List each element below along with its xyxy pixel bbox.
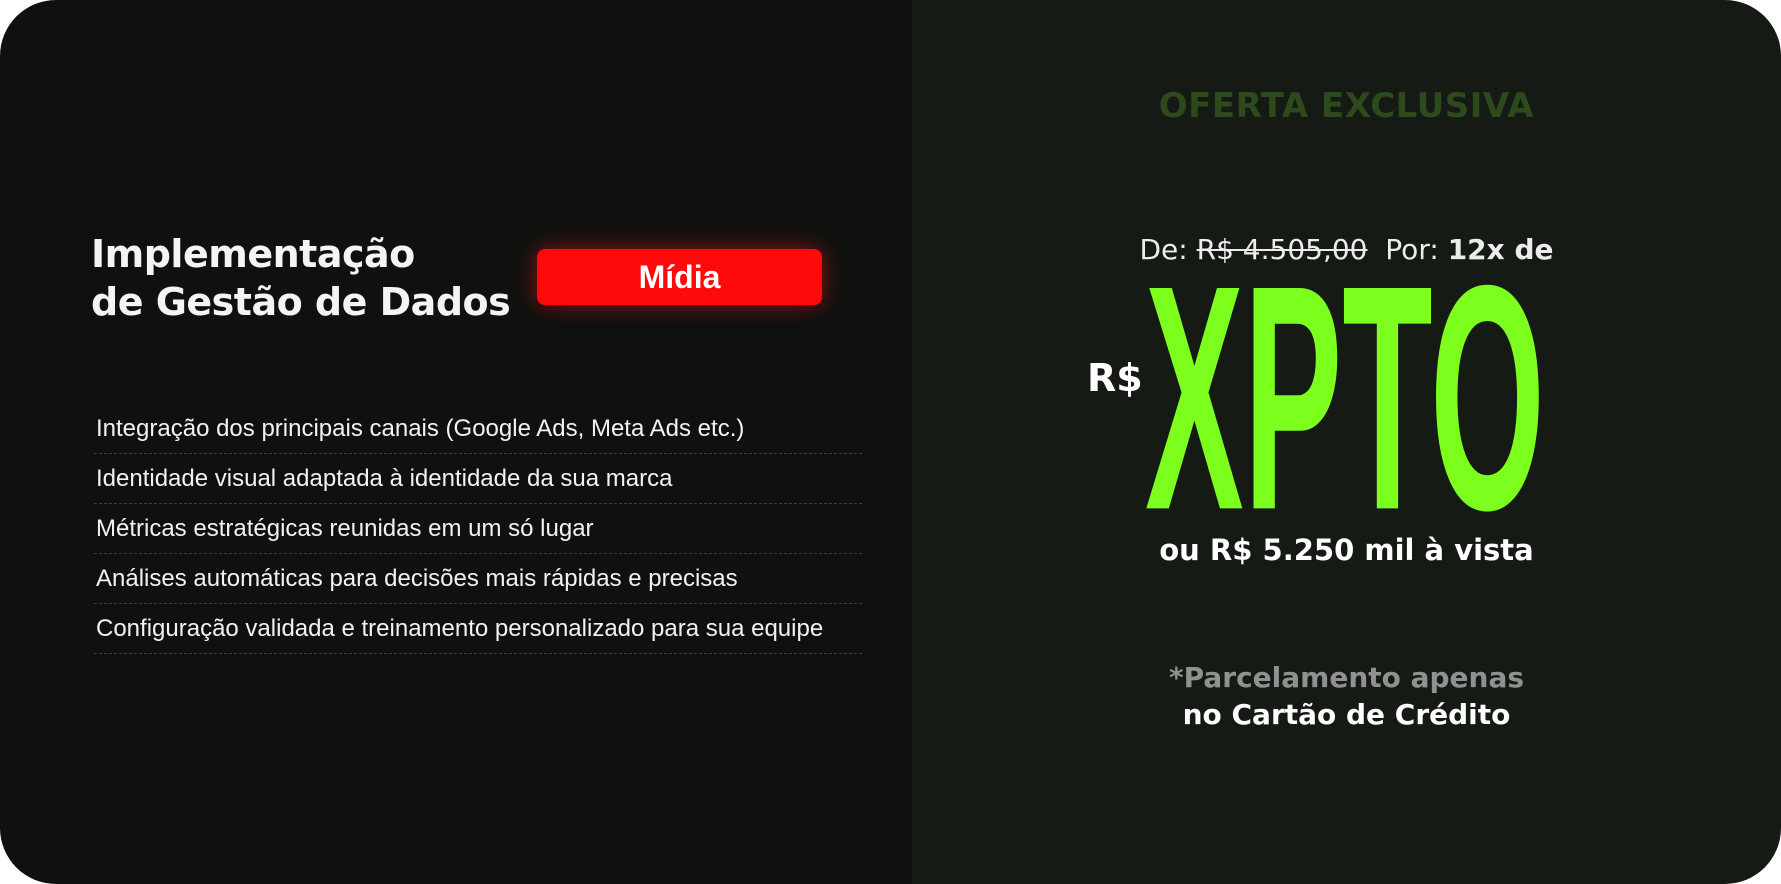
feature-item: Integração dos principais canais (Google… — [94, 404, 862, 454]
feature-item: Configuração validada e treinamento pers… — [94, 604, 862, 654]
product-panel: Implementação de Gestão de Dados Mídia I… — [0, 0, 912, 884]
old-price: R$ 4.505,00 — [1196, 233, 1368, 266]
by-label: Por: — [1385, 233, 1439, 266]
pricing-panel: OFERTA EXCLUSIVA De: R$ 4.505,00 Por: 12… — [912, 0, 1781, 884]
offer-label: OFERTA EXCLUSIVA — [1158, 86, 1535, 126]
product-title: Implementação de Gestão de Dados — [91, 230, 531, 326]
from-label: De: — [1139, 233, 1188, 266]
installment-note-line1: *Parcelamento apenas — [1168, 661, 1525, 694]
feature-list: Integração dos principais canais (Google… — [94, 404, 862, 654]
price-comparison: De: R$ 4.505,00 Por: 12x de — [912, 233, 1781, 266]
offer-card: Implementação de Gestão de Dados Mídia I… — [0, 0, 1781, 884]
feature-item: Identidade visual adaptada à identidade … — [94, 454, 862, 504]
feature-item: Métricas estratégicas reunidas em um só … — [94, 504, 862, 554]
currency-symbol: R$ — [1087, 356, 1143, 400]
feature-item: Análises automáticas para decisões mais … — [94, 554, 862, 604]
cash-price: ou R$ 5.250 mil à vista — [1159, 533, 1534, 567]
installment-note-line2: no Cartão de Crédito — [1182, 698, 1511, 731]
category-badge: Mídia — [537, 249, 822, 305]
product-title-line1: Implementação — [91, 232, 415, 276]
installments-label: 12x de — [1447, 233, 1554, 266]
installment-price-value: XPTO — [1145, 268, 1545, 518]
product-title-line2: de Gestão de Dados — [91, 280, 511, 324]
installment-price: XPTO — [1145, 268, 1545, 518]
